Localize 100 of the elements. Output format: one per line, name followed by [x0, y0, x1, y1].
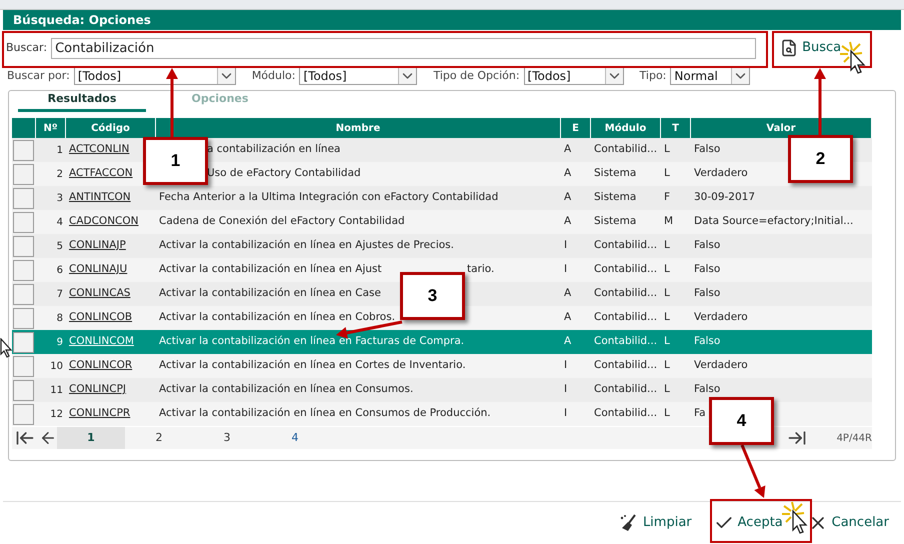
row-checkbox[interactable] — [13, 380, 34, 400]
table-row[interactable]: 5 CONLINAJP Activar la contabilización en línea en Ajustes de Precios. I Contabilid... L Falso — [12, 234, 872, 258]
code-link[interactable]: CADCONCON — [69, 214, 139, 230]
table-cell-text: Fa — [694, 406, 706, 422]
row-checkbox[interactable] — [13, 212, 34, 232]
search-field[interactable]: Contabilización — [51, 38, 756, 58]
code-link[interactable]: CONLINCPR — [69, 406, 130, 422]
row-checkbox[interactable] — [13, 140, 34, 160]
table-row[interactable]: 11 CONLINCPJ Activar la contabilización en línea en Consumos. I Contabilid... L Falso — [12, 378, 872, 402]
code-link[interactable]: CONLINAJU — [69, 262, 128, 278]
filter-label: Tipo: — [640, 68, 666, 84]
pointer-arrow — [740, 444, 766, 498]
table-cell-text: 11 — [49, 384, 64, 398]
table-cell-text: 3 — [56, 192, 64, 206]
page-link[interactable]: 2 — [125, 427, 193, 449]
code-link[interactable]: ACTCONLIN — [69, 142, 130, 158]
row-checkbox[interactable] — [13, 332, 34, 352]
page-link[interactable]: 3 — [193, 427, 261, 449]
callout-number: 4 — [709, 397, 774, 445]
table-cell-text: L — [664, 310, 670, 326]
clear-button[interactable]: Limpiar — [614, 506, 696, 538]
table-cell-text: Activar la contabilización en línea en Ajustes de Precios. — [159, 238, 454, 254]
filter-label: Tipo de Opción: — [433, 68, 520, 84]
code-link[interactable]: CONLINCOR — [69, 358, 132, 374]
table-row[interactable]: 6 CONLINAJU Activar la contabilización en línea en Ajust tario. I Contabilid... L Falso — [12, 258, 872, 282]
table-cell-text: Falso — [694, 142, 720, 158]
table-cell-text: I — [564, 262, 568, 278]
filter-dropdown[interactable]: [Todos] — [74, 67, 236, 85]
code-link[interactable]: CONLINCAS — [69, 286, 130, 302]
row-checkbox[interactable] — [13, 404, 34, 424]
table-cell-text: Falso — [694, 262, 720, 278]
filter-dropdown[interactable]: [Todos] — [524, 67, 624, 85]
filter-dropdown[interactable]: Normal — [670, 67, 750, 85]
table-cell-text: L — [664, 406, 670, 422]
row-checkbox[interactable] — [13, 356, 34, 376]
table-cell-text: A — [564, 334, 572, 350]
filter-label: Módulo: — [252, 68, 296, 84]
table-cell-text: M — [664, 214, 674, 230]
table-row[interactable]: 10 CONLINCOR Activar la contabilización en línea en Cortes de Inventario. I Contabilid... L Verdadero — [12, 354, 872, 378]
row-checkbox[interactable] — [13, 236, 34, 256]
search-button[interactable]: Busca — [774, 34, 848, 62]
table-cell-text: Activar la contabilización en línea en Consumos. — [159, 382, 414, 398]
page-link[interactable]: 1 — [57, 427, 125, 449]
callout-number: 1 — [143, 137, 208, 185]
chevron-down-icon — [604, 68, 623, 84]
table-cell-text: 8 — [56, 312, 64, 326]
table-cell-text: Contabilid... — [594, 310, 658, 326]
table-cell-text: 6 — [56, 264, 64, 278]
table-cell-text: Contabilid... — [594, 334, 658, 350]
code-link[interactable]: CONLINCPJ — [69, 382, 126, 398]
table-cell-text: Verdadero — [694, 310, 748, 326]
chevron-down-icon — [216, 68, 235, 84]
filter-dropdown[interactable]: [Todos] — [299, 67, 418, 85]
table-cell-text: I — [564, 406, 568, 422]
table-cell-text: Cadena de Conexión del eFactory Contabilidad — [159, 214, 405, 230]
chevron-down-icon — [731, 68, 750, 84]
search-label: Buscar: — [6, 40, 48, 56]
table-cell-text: Activar la contabilización en línea en Cobros. — [159, 310, 396, 326]
table-cell-text: Activar la contabilización en línea en Consumos de Producción. — [159, 406, 491, 422]
code-link[interactable]: CONLINCOM — [69, 334, 134, 350]
table-cell-text: A — [564, 142, 572, 158]
code-link[interactable]: ACTFACCON — [69, 166, 133, 182]
table-row[interactable]: 8 CONLINCOB Activar la contabilización en línea en Cobros. A Contabilid... L Verdadero — [12, 306, 872, 330]
tab[interactable]: Resultados — [18, 90, 146, 112]
table-cell-text: 9 — [56, 336, 64, 350]
table-cell-text: Falso — [694, 334, 720, 350]
filter-label: Buscar por: — [7, 68, 70, 84]
table-row[interactable]: 4 CADCONCON Cadena de Conexión del eFactory Contabilidad A Sistema M Data Source=efactory;Initial... — [12, 210, 872, 234]
table-cell-text: Contabilid... — [594, 142, 658, 158]
table-cell-text: A — [564, 190, 572, 206]
accept-button[interactable]: Acepta — [706, 506, 794, 538]
page-link[interactable]: 4 — [261, 427, 329, 449]
table-cell-text: 10 — [49, 360, 64, 374]
code-link[interactable]: CONLINCOB — [69, 310, 132, 326]
table-cell-text: L — [664, 142, 670, 158]
table-cell-text: A — [564, 166, 572, 182]
table-cell-text: L — [664, 286, 670, 302]
table-row[interactable]: 3 ANTINTCON Fecha Anterior a la Ultima Integración con eFactory Contabilidad A Sistema F 30-09-2017 — [12, 186, 872, 210]
chevron-down-icon — [398, 68, 416, 84]
table-cell-text: 4 — [56, 216, 64, 230]
table-cell-text: L — [664, 382, 670, 398]
table-cell-text: Activar la contabilización en línea en Facturas de Compra. — [159, 334, 464, 350]
cancel-button[interactable]: Cancelar — [804, 506, 893, 538]
row-checkbox[interactable] — [13, 260, 34, 280]
table-cell-text: 2 — [56, 168, 64, 182]
window-title: Búsqueda: Opciones — [3, 10, 901, 30]
table-cell-text: Data Source=efactory;Initial... — [694, 214, 854, 230]
code-link[interactable]: CONLINAJP — [69, 238, 126, 254]
row-checkbox[interactable] — [13, 308, 34, 328]
table-row[interactable]: 9 CONLINCOM Activar la contabilización en línea en Facturas de Compra. A Contabilid... L Falso — [12, 330, 872, 354]
row-checkbox[interactable] — [13, 188, 34, 208]
table-cell-text: Contabilid... — [594, 382, 658, 398]
row-checkbox[interactable] — [13, 164, 34, 184]
table-cell-text: Contabilid... — [594, 406, 658, 422]
table-cell-text: I — [564, 358, 568, 374]
code-link[interactable]: ANTINTCON — [69, 190, 131, 206]
row-checkbox[interactable] — [13, 284, 34, 304]
table-cell-text: A — [564, 214, 572, 230]
table-cell-text: 1 — [56, 144, 64, 158]
pointer-arrow — [814, 68, 826, 135]
